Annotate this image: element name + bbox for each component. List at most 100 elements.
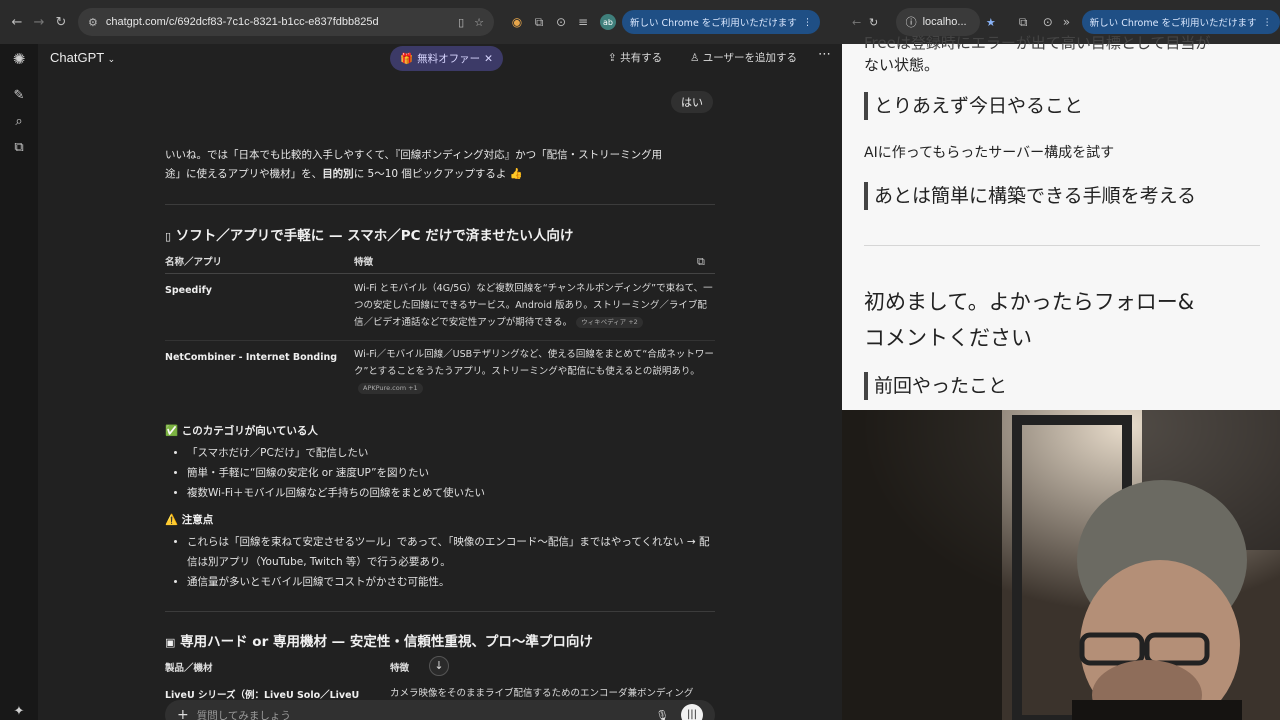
back-icon[interactable]: ← <box>852 16 869 29</box>
add-user-icon: ♙ <box>690 52 700 64</box>
chevron-down-icon: ⌄ <box>107 54 116 64</box>
share-icon: ⇪ <box>608 52 617 64</box>
table1-row-desc: Wi-Fi／モバイル回線／USBテザリングなど、使える回線をまとめて“合成ネット… <box>354 346 714 397</box>
chrome-update-label: 新しい Chrome をご利用いただけます <box>630 18 797 29</box>
table1-header-divider <box>165 273 715 274</box>
heading-next: あとは簡単に構築できる手順を考える <box>864 182 1196 210</box>
fit-heading: ✅ このカテゴリが向いている人 <box>165 425 318 437</box>
close-icon[interactable]: ✕ <box>484 53 493 65</box>
copy-table-icon[interactable]: ⧉ <box>697 252 705 271</box>
divider <box>165 204 715 205</box>
table1-row-name: Speedify <box>165 285 212 296</box>
user-message: はい <box>671 91 713 113</box>
site-info-icon[interactable]: ⚙ <box>88 16 98 29</box>
library-icon[interactable]: ⧉ <box>10 140 28 158</box>
info-icon: ⓘ <box>905 17 917 29</box>
url-text-right: localho... <box>922 16 967 28</box>
tab-search-icon[interactable]: ⊙ <box>550 15 572 29</box>
list-item: 複数Wi-Fi＋モバイル回線など手持ちの回線をまとめて使いたい <box>187 483 715 503</box>
table2-header-name: 製品／機材 <box>165 663 213 674</box>
add-user-button[interactable]: ♙ ユーザーを追加する <box>690 50 797 65</box>
table1-row-desc-text: Wi-Fi とモバイル（4G/5G）など複数回線を“チャンネルボンディング”で束… <box>354 283 713 328</box>
article-window: ← ↻ ⓘ localho... ★ ⧉ ⊙ » 新しい Chrome をご利用… <box>842 0 1280 410</box>
search-icon[interactable]: ⌕ <box>10 114 28 132</box>
plus-icon[interactable]: + <box>177 707 189 720</box>
extension-icon[interactable]: ◉ <box>506 15 528 29</box>
extensions-puzzle-icon[interactable]: ⧉ <box>528 15 550 30</box>
bookmark-star-icon[interactable]: ★ <box>986 16 996 29</box>
new-chat-icon[interactable]: ✎ <box>10 88 28 106</box>
table1-row-desc: Wi-Fi とモバイル（4G/5G）など複数回線を“チャンネルボンディング”で束… <box>354 280 714 331</box>
chatgpt-window: ← → ↻ ⚙ chatgpt.com/c/692dcf83-7c1c-8321… <box>0 0 842 720</box>
share-button[interactable]: ⇪ 共有する <box>608 50 662 65</box>
list-item: 通信量が多いとモバイル回線でコストがかさむ可能性。 <box>187 572 710 592</box>
section-1-heading: ▯ ソフト／アプリで手軽に — スマホ／PC だけで済ませたい人向け <box>165 227 573 246</box>
table2-header-feature: 特徴 <box>390 663 410 674</box>
model-label: ChatGPT <box>50 50 104 65</box>
table1-header-name: 名称／アプリ <box>165 257 223 268</box>
chat-header: ChatGPT ⌄ 🎁 無料オファー ✕ ⇪ 共有する ♙ ユーザーを追加する … <box>38 44 842 74</box>
voice-mode-icon[interactable]: ||| <box>681 704 703 720</box>
intro-bold: 目的別 <box>322 168 354 180</box>
composer-input[interactable]: 質問してみましょう <box>197 708 291 720</box>
section-2-title: 専用ハード or 専用機材 — 安定性・信頼性重視、プロ〜準プロ向け <box>180 634 593 650</box>
paragraph-today: AIに作ってもらったサーバー構成を試す <box>864 145 1115 161</box>
settings-icon[interactable]: ✦ <box>10 704 28 720</box>
menu-dots-icon: ⋮ <box>1262 16 1272 28</box>
section-2-heading: ▣ 専用ハード or 専用機材 — 安定性・信頼性重視、プロ〜準プロ向け <box>165 633 593 652</box>
article-line: Freeは登録時にエラーが出て高い目標として目当が <box>864 34 1211 52</box>
intro-paragraph: いいね。では「日本でも比較的入手しやすくて、『回線ボンディング対応』かつ「配信・… <box>165 146 715 184</box>
table1-row-desc-text: Wi-Fi／モバイル回線／USBテザリングなど、使える回線をまとめて“合成ネット… <box>354 349 714 377</box>
heading-follow-line: 初めまして。よかったらフォロー& <box>864 290 1195 314</box>
address-bar[interactable]: ⚙ chatgpt.com/c/692dcf83-7c1c-8321-b1cc-… <box>78 8 494 36</box>
chrome-update-chip[interactable]: 新しい Chrome をご利用いただけます ⋮ <box>622 10 821 34</box>
phone-icon: ▯ <box>165 230 172 243</box>
chat-composer[interactable]: + 質問してみましょう 🎙 ||| <box>165 700 715 720</box>
free-offer-label: 無料オファー <box>417 53 481 65</box>
reload-icon[interactable]: ↻ <box>50 15 72 30</box>
camera-icon: ▣ <box>165 636 176 649</box>
model-selector[interactable]: ChatGPT ⌄ <box>50 50 115 65</box>
intro-line-2b: に 5〜10 個ピックアップするよ 👍 <box>353 168 523 180</box>
divider <box>864 245 1260 246</box>
citation-badge[interactable]: APKPure.com +1 <box>358 383 423 394</box>
chrome-update-chip-right[interactable]: 新しい Chrome をご利用いただけます ⋮ <box>1081 10 1280 34</box>
table1-header-feature: 特徴 <box>354 257 374 268</box>
mic-icon[interactable]: 🎙 <box>656 709 669 720</box>
citation-badge[interactable]: ウィキペディア +2 <box>576 317 643 328</box>
share-label: 共有する <box>620 52 663 64</box>
heading-follow: 初めまして。よかったらフォロー& コメントください <box>864 284 1264 356</box>
more-options-icon[interactable]: ⋯ <box>818 47 831 62</box>
chevrons-icon[interactable]: » <box>1057 15 1076 29</box>
tab-search-icon[interactable]: ⊙ <box>1038 15 1057 29</box>
webcam-feed <box>842 410 1280 720</box>
profile-avatar[interactable]: ab <box>600 14 616 30</box>
browser-toolbar: ← → ↻ ⚙ chatgpt.com/c/692dcf83-7c1c-8321… <box>0 0 842 44</box>
sidebar-rail: ✺ ✎ ⌕ ⧉ ✦ <box>0 44 38 720</box>
list-item: 簡単・手軽に“回線の安定化 or 速度UP”を図りたい <box>187 463 715 483</box>
section-1-title: ソフト／アプリで手軽に — スマホ／PC だけで済ませたい人向け <box>175 228 574 244</box>
heading-today: とりあえず今日やること <box>864 92 1083 120</box>
back-icon[interactable]: ← <box>6 15 28 30</box>
table1-row-name: NetCombiner - Internet Bonding <box>165 352 338 363</box>
add-user-label: ユーザーを追加する <box>702 52 798 64</box>
intro-line-2: 途」に使えるアプリや機材」を、 <box>165 168 323 180</box>
list-item: 「スマホだけ／PCだけ」で配信したい <box>187 443 715 463</box>
menu-dots-icon: ⋮ <box>802 16 813 28</box>
webcam-image <box>842 410 1280 720</box>
divider <box>165 611 715 612</box>
free-offer-button[interactable]: 🎁 無料オファー ✕ <box>390 46 503 71</box>
forward-icon[interactable]: → <box>28 15 50 30</box>
reload-icon[interactable]: ↻ <box>869 16 888 29</box>
url-text: chatgpt.com/c/692dcf83-7c1c-8321-b1cc-e8… <box>105 16 379 28</box>
gift-icon: 🎁 <box>400 53 414 65</box>
article-top-text: Freeは登録時にエラーが出て高い目標として目当が ない状態。 <box>864 32 1264 76</box>
bookmark-star-icon[interactable]: ☆ <box>474 16 484 29</box>
intro-line-1: いいね。では「日本でも比較的入手しやすくて、『回線ボンディング対応』かつ「配信・… <box>165 149 663 161</box>
table1-row-divider <box>165 340 715 341</box>
scroll-down-button[interactable]: ↓ <box>429 656 449 676</box>
reading-list-icon[interactable]: ≡ <box>572 15 594 29</box>
extensions-puzzle-icon[interactable]: ⧉ <box>1014 15 1033 30</box>
page-icon[interactable]: ▯ <box>458 16 464 29</box>
openai-logo-icon[interactable]: ✺ <box>10 50 28 68</box>
